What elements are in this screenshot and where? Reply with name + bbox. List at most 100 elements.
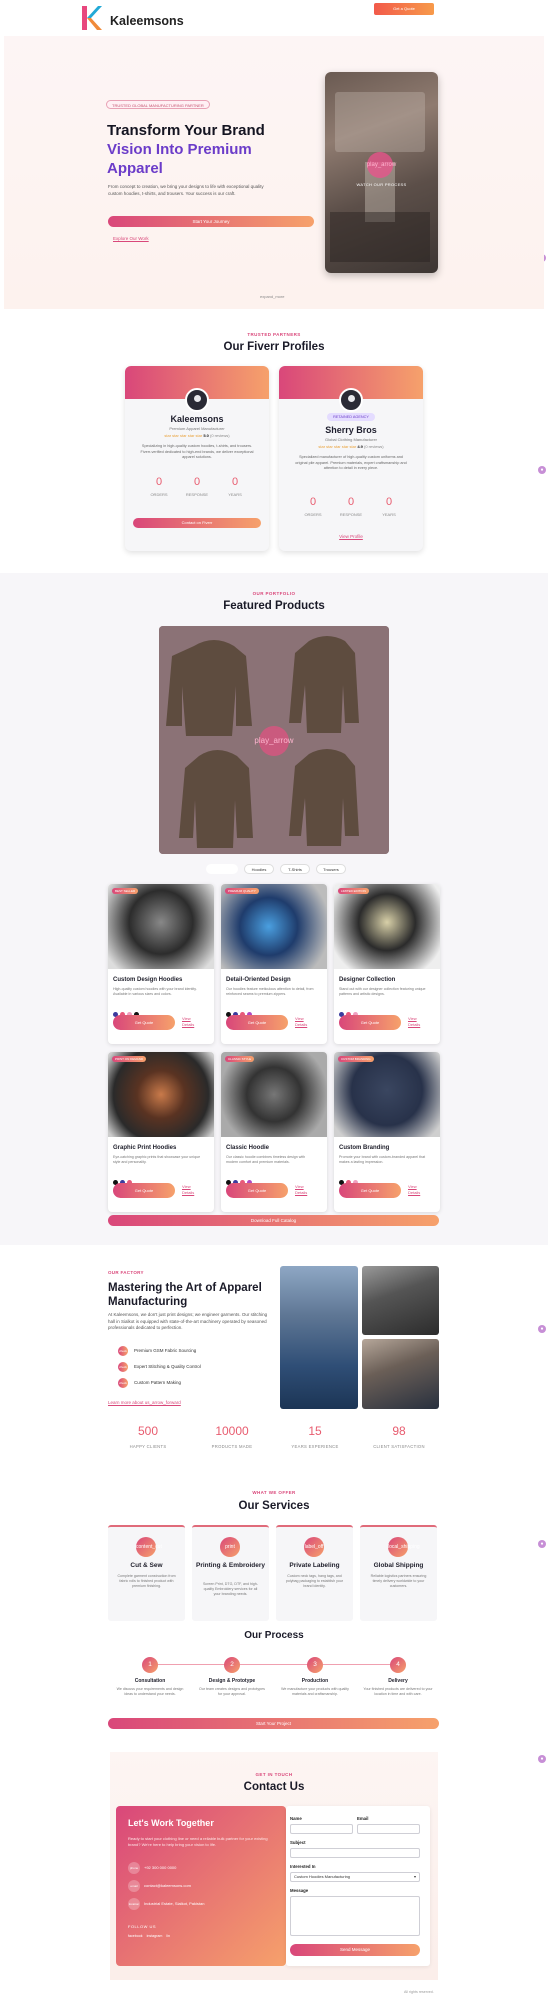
phone-text: +92 300 000 0000 [144,1865,177,1871]
start-journey-button[interactable]: Start Your Journey [108,216,314,227]
service-title: Printing & Embroidery [196,1562,265,1569]
chat-bubble-icon[interactable]: ● [538,1540,546,1548]
view-details-link[interactable]: View Details [295,1016,315,1028]
get-quote-button[interactable]: Get Quote [226,1015,288,1030]
name-field[interactable] [290,1824,353,1834]
follow-us-label: FOLLOW US [128,1924,157,1929]
stat-years-experience: 15 YEARS EXPERIENCE [275,1424,355,1449]
view-profile-link[interactable]: View Profile [279,534,423,539]
view-details-link[interactable]: View Details [408,1016,428,1028]
profile-rating: star star star star star 4.9 (0 reviews) [279,444,423,449]
avatar [339,388,363,412]
service-description: Reliable logistics partners ensuring tim… [370,1574,427,1588]
process-step: 2 Design & Prototype Our team creates de… [197,1657,267,1697]
stars-icon: star star star star star [164,433,203,438]
color-swatches [226,1004,254,1017]
view-details-link[interactable]: View Details [182,1184,202,1196]
chat-bubble-icon[interactable]: ● [538,466,546,474]
email-field[interactable] [357,1824,420,1834]
process-title: Our Process [244,1630,304,1641]
stat-value: 98 [392,1424,406,1438]
product-card: BEST SELLER Custom Design Hoodies High-q… [108,884,214,1044]
chat-bubble-icon[interactable]: ● [538,1755,546,1763]
step-description: Your finished products are delivered to … [363,1687,433,1696]
contact-info-description: Ready to start your clothing line or nee… [128,1836,268,1847]
subject-field[interactable] [290,1848,420,1858]
view-details-link[interactable]: View Details [295,1184,315,1196]
explore-work-link[interactable]: Explore Our Work [113,236,149,241]
filter-all-products[interactable]: All Products [206,864,238,874]
product-card: LIMITED EDITION Designer Collection Stan… [334,884,440,1044]
instagram-icon[interactable]: instagram [147,1934,163,1938]
product-image[interactable] [108,884,214,969]
product-image[interactable] [334,884,440,969]
shipping-icon: local_shipping [388,1537,420,1557]
step-number: 3 [307,1657,323,1673]
service-description: Screen Print, DTG, DTF, and high-quality… [203,1582,258,1596]
service-card-global-shipping: local_shipping Global Shipping Reliable … [360,1525,437,1621]
profile-card-sherry-bros: RETAINED AGENCY Sherry Bros Global Cloth… [279,366,423,551]
step-number: 1 [142,1657,158,1673]
contact-email[interactable]: email contact@kaleemsons.com [128,1880,191,1892]
contact-phone[interactable]: phone +92 300 000 0000 [128,1862,176,1874]
contact-fiverr-button[interactable]: Contact on Fiverr [133,518,261,528]
filter-hoodies[interactable]: Hoodies [244,864,274,874]
hero-video[interactable]: play_arrow WATCH OUR PROCESS [325,72,438,273]
get-quote-button[interactable]: Get Quote [113,1015,175,1030]
send-message-button[interactable]: Send Message [290,1944,420,1956]
location-icon: location [128,1898,140,1910]
start-project-button[interactable]: Start Your Project [108,1718,439,1729]
stat-orders: 0 ORDERS [139,476,179,497]
expand-more-icon[interactable]: expand_more [260,294,284,299]
brand-name[interactable]: Kaleemsons [110,14,184,28]
facebook-icon[interactable]: facebook [128,1934,143,1938]
product-image[interactable] [334,1052,440,1137]
step-title: Delivery [388,1678,408,1684]
hero-title-line3: Apparel [107,160,163,177]
message-textarea[interactable] [290,1896,420,1936]
filter-tshirts[interactable]: T-Shirts [280,864,310,874]
learn-more-link[interactable]: Learn more about us_arrow_forward [108,1400,181,1405]
linkedin-icon[interactable]: lin [166,1934,170,1938]
header-quote-button[interactable]: Get a Quote [374,3,434,15]
product-tag: CUSTOM BRANDING [338,1056,374,1062]
product-tag: LIMITED EDITION [338,888,369,894]
stat-label: RESPONSE [185,492,209,497]
product-description: Eye-catching graphic prints that showcas… [113,1155,201,1164]
product-description: High-quality custom hoodies with your br… [113,987,197,996]
product-image[interactable] [221,884,327,969]
site-header: Kaleemsons Get a Quote [0,0,548,36]
agency-badge: RETAINED AGENCY [327,413,375,421]
service-title: Cut & Sew [130,1562,163,1569]
stat-value: 15 [308,1424,322,1438]
stat-label: YEARS EXPERIENCE [291,1444,339,1449]
product-image[interactable] [108,1052,214,1137]
download-catalog-button[interactable]: Download Full Catalog [108,1215,439,1226]
footer-copyright: All rights reserved. [404,1990,434,1994]
kaleemsons-logo-icon[interactable] [80,5,102,31]
get-quote-button[interactable]: Get Quote [226,1183,288,1198]
featured-video[interactable]: play_arrow [159,626,389,854]
contact-location[interactable]: location Industrial Estate, Sialkot, Paki… [128,1898,204,1910]
chat-bubble-icon[interactable]: ● [538,1325,546,1333]
services-title: Our Services [238,1500,310,1512]
process-step: 4 Delivery Your finished products are de… [363,1657,433,1697]
view-details-link[interactable]: View Details [182,1016,202,1028]
message-label: Message [290,1888,309,1893]
get-quote-button[interactable]: Get Quote [339,1183,401,1198]
services-eyebrow: WHAT WE OFFER [252,1490,296,1495]
view-details-link[interactable]: View Details [408,1184,428,1196]
product-image[interactable] [221,1052,327,1137]
interest-select[interactable]: Custom Hoodies Manufacturing ▾ [290,1872,420,1882]
email-label: Email [357,1816,369,1821]
get-quote-button[interactable]: Get Quote [339,1015,401,1030]
filter-trousers[interactable]: Trousers [316,864,346,874]
product-card: PREMIUM QUALITY Detail-Oriented Design O… [221,884,327,1044]
location-text: Industrial Estate, Sialkot, Pakistan [144,1901,205,1907]
get-quote-button[interactable]: Get Quote [113,1183,175,1198]
color-swatches [113,1004,141,1017]
stat-label: YEARS [228,492,242,497]
stat-value: 10000 [215,1424,249,1438]
color-swatches [113,1172,134,1185]
profile-name: Kaleemsons [170,414,224,424]
